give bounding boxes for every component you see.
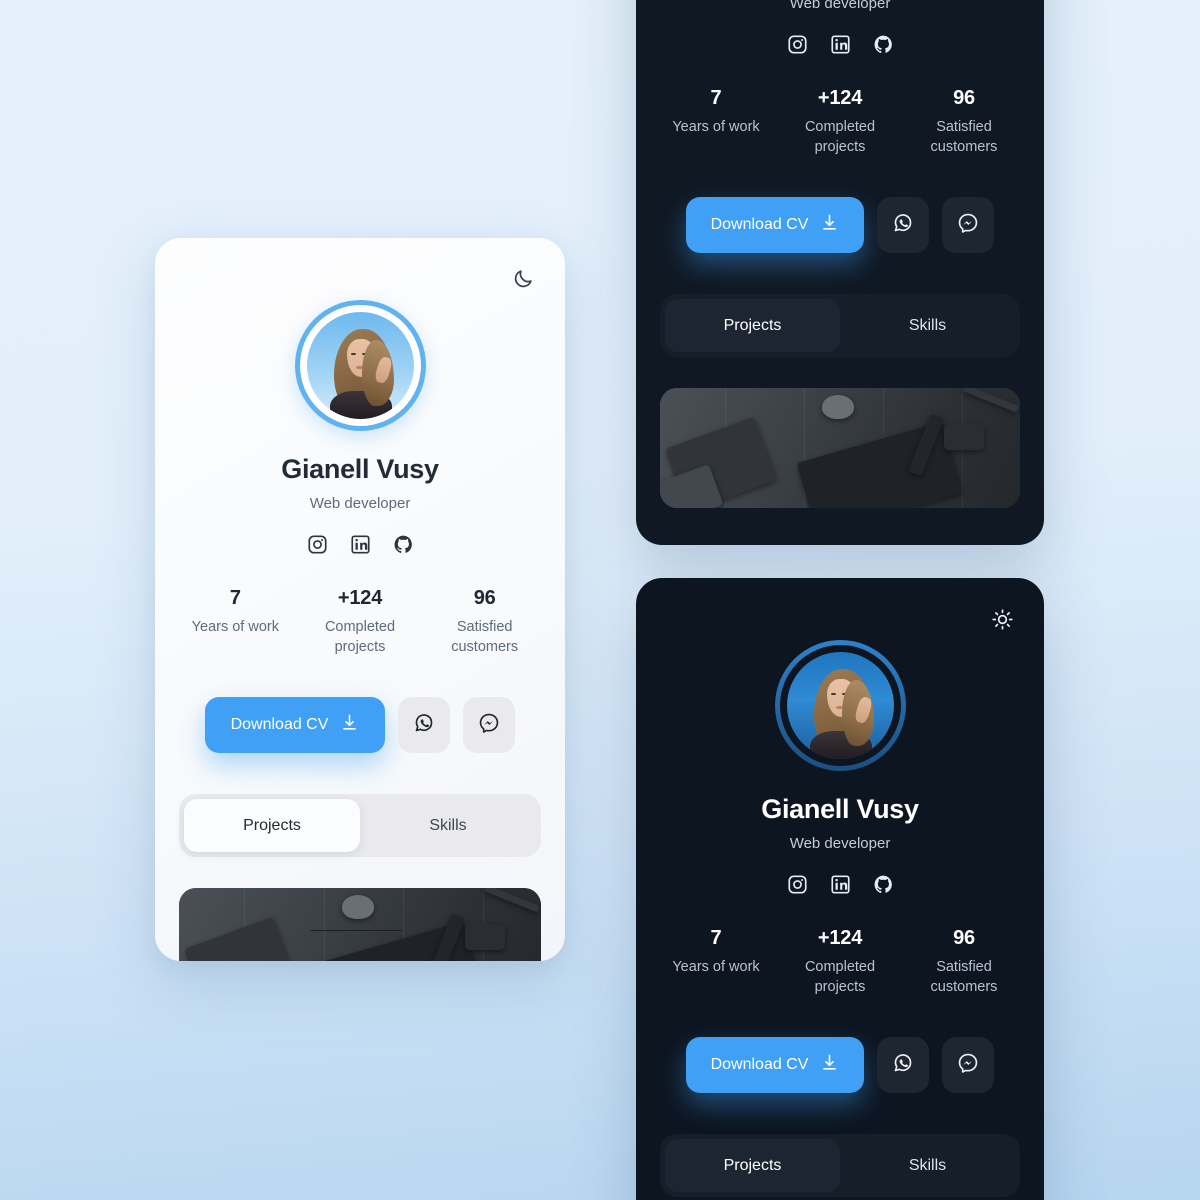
download-icon — [340, 713, 359, 737]
github-icon[interactable] — [872, 33, 894, 55]
tab-projects[interactable]: Projects — [665, 1139, 840, 1192]
social-links — [636, 33, 1044, 55]
stat-item: 7 Years of work — [173, 587, 298, 657]
messenger-icon — [957, 212, 979, 239]
avatar — [774, 640, 906, 771]
linkedin-icon[interactable] — [829, 33, 851, 55]
stat-label: Satisfied customers — [451, 619, 519, 655]
dark-profile-card-top: Gianell Vusy Web developer — [636, 0, 1044, 545]
stat-label: Completed projects — [804, 959, 876, 995]
download-cv-button[interactable]: Download CV — [205, 697, 385, 753]
whatsapp-icon — [892, 212, 914, 239]
tab-skills[interactable]: Skills — [840, 299, 1015, 352]
project-thumbnail[interactable] — [179, 888, 541, 961]
messenger-icon — [478, 712, 500, 739]
stat-label: Satisfied customers — [930, 959, 998, 995]
stats-row: 7 Years of work +124 Completed projects … — [636, 87, 1044, 157]
profile-role: Web developer — [789, 0, 891, 12]
stat-value: +124 — [817, 927, 863, 949]
stat-item: 7 Years of work — [654, 87, 778, 157]
whatsapp-button[interactable] — [877, 197, 929, 253]
moon-icon[interactable] — [508, 264, 538, 294]
stat-item: 7 Years of work — [654, 927, 778, 997]
whatsapp-button[interactable] — [877, 1037, 929, 1093]
stat-item: +124 Completed projects — [298, 587, 423, 657]
whatsapp-button[interactable] — [398, 697, 450, 753]
stat-label: Satisfied customers — [930, 119, 998, 155]
download-icon — [820, 1053, 839, 1077]
project-thumbnail[interactable] — [660, 388, 1020, 508]
stat-item: +124 Completed projects — [778, 87, 902, 157]
download-cv-label: Download CV — [710, 216, 809, 233]
social-links — [636, 873, 1044, 895]
stat-item: 96 Satisfied customers — [902, 927, 1026, 997]
download-cv-label: Download CV — [710, 1056, 809, 1073]
stat-value: 7 — [229, 587, 241, 609]
stat-value: +124 — [337, 587, 383, 609]
stat-label: Years of work — [191, 619, 279, 635]
avatar-photo — [306, 312, 414, 419]
messenger-button[interactable] — [942, 197, 994, 253]
dark-profile-card-bottom: Gianell Vusy Web developer 7 Years of wo… — [636, 578, 1044, 1200]
instagram-icon[interactable] — [306, 533, 328, 555]
stats-row: 7 Years of work +124 Completed projects … — [636, 927, 1044, 997]
action-row: Download CV — [636, 197, 1044, 253]
download-cv-label: Download CV — [230, 716, 329, 733]
tab-switcher: Projects Skills — [660, 1134, 1020, 1197]
stat-item: +124 Completed projects — [778, 927, 902, 997]
avatar — [294, 300, 426, 431]
page-title: Gianell Vusy — [281, 454, 439, 484]
messenger-button[interactable] — [463, 697, 515, 753]
profile-role: Web developer — [789, 835, 891, 852]
social-links — [155, 533, 565, 555]
linkedin-icon[interactable] — [829, 873, 851, 895]
whatsapp-icon — [892, 1052, 914, 1079]
sun-icon[interactable] — [987, 604, 1017, 634]
stat-label: Years of work — [672, 119, 760, 135]
download-cv-button[interactable]: Download CV — [686, 1037, 864, 1093]
page-title: Gianell Vusy — [761, 794, 919, 824]
download-cv-button[interactable]: Download CV — [686, 197, 864, 253]
stat-value: +124 — [817, 87, 863, 109]
github-icon[interactable] — [392, 533, 414, 555]
stat-label: Years of work — [672, 959, 760, 975]
stats-row: 7 Years of work +124 Completed projects … — [155, 587, 565, 657]
tab-switcher: Projects Skills — [179, 794, 541, 857]
stat-label: Completed projects — [804, 119, 876, 155]
github-icon[interactable] — [872, 873, 894, 895]
linkedin-icon[interactable] — [349, 533, 371, 555]
messenger-button[interactable] — [942, 1037, 994, 1093]
download-icon — [820, 213, 839, 237]
avatar-photo — [786, 652, 894, 759]
action-row: Download CV — [155, 697, 565, 753]
tab-projects[interactable]: Projects — [184, 799, 360, 852]
action-row: Download CV — [636, 1037, 1044, 1093]
tab-switcher: Projects Skills — [660, 294, 1020, 357]
stat-value: 96 — [473, 587, 496, 609]
instagram-icon[interactable] — [786, 33, 808, 55]
stat-value: 7 — [710, 87, 722, 109]
tab-projects[interactable]: Projects — [665, 299, 840, 352]
profile-role: Web developer — [309, 495, 411, 512]
stat-value: 7 — [710, 927, 722, 949]
stat-value: 96 — [953, 87, 975, 109]
stat-item: 96 Satisfied customers — [902, 87, 1026, 157]
stat-value: 96 — [953, 927, 975, 949]
tab-skills[interactable]: Skills — [360, 799, 536, 852]
light-profile-card: Gianell Vusy Web developer 7 Years of wo… — [155, 238, 565, 961]
stat-label: Completed projects — [324, 619, 396, 655]
messenger-icon — [957, 1052, 979, 1079]
instagram-icon[interactable] — [786, 873, 808, 895]
tab-skills[interactable]: Skills — [840, 1139, 1015, 1192]
stat-item: 96 Satisfied customers — [422, 587, 547, 657]
whatsapp-icon — [413, 712, 435, 739]
